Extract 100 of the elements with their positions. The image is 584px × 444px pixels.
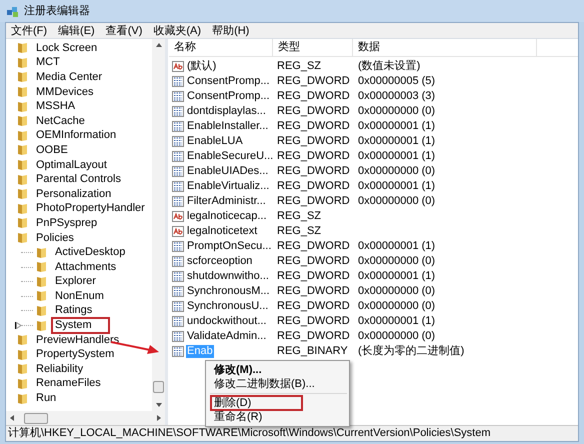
tree-item[interactable]: Attachments <box>53 260 118 274</box>
value-data: 0x00000001 (1) <box>357 315 436 328</box>
value-name[interactable]: EnableVirtualiz... <box>186 180 270 193</box>
scroll-left-icon[interactable] <box>10 415 14 421</box>
tree-item[interactable]: OptimalLayout <box>34 158 109 172</box>
tree-row[interactable]: MSSHA <box>7 99 152 114</box>
tree-item[interactable]: Parental Controls <box>34 173 123 186</box>
value-type: REG_SZ <box>276 210 322 223</box>
tree-item[interactable]: Personalization <box>34 188 114 201</box>
scroll-down-icon[interactable] <box>156 403 162 407</box>
value-name[interactable]: dontdisplaylas... <box>186 105 267 118</box>
tree-item[interactable]: ActiveDesktop <box>53 246 128 260</box>
scroll-up-icon[interactable] <box>156 43 162 47</box>
value-name[interactable]: scforceoption <box>186 255 254 268</box>
scrollbar-thumb[interactable] <box>153 381 164 393</box>
tree-row[interactable]: MCT <box>7 56 152 70</box>
tree-item[interactable]: NonEnum <box>53 290 106 303</box>
tree-row[interactable]: System <box>7 318 152 333</box>
value-name[interactable]: legalnoticetext <box>186 225 258 238</box>
tree-item[interactable]: MSSHA <box>34 100 78 114</box>
value-name[interactable]: SynchronousU... <box>186 300 270 313</box>
context-menu-item[interactable]: 修改(M)... <box>212 364 264 376</box>
value-name[interactable]: (默认) <box>186 60 218 73</box>
tree-item[interactable]: NetCache <box>34 114 87 128</box>
folder-icon <box>36 320 47 332</box>
tree-item[interactable]: OOBE <box>34 144 70 157</box>
tree-row[interactable]: Lock Screen <box>7 41 152 56</box>
scrollbar-thumb[interactable] <box>24 412 48 424</box>
value-name[interactable]: PromptOnSecu... <box>186 240 272 253</box>
tree-row[interactable]: Policies <box>7 230 152 246</box>
value-name[interactable]: ConsentPromp... <box>186 90 271 103</box>
vertical-scrollbar[interactable] <box>152 39 165 411</box>
menu-item[interactable]: 帮助(H) <box>212 24 250 38</box>
tree-row[interactable]: PnPSysprep <box>7 216 152 231</box>
tree-row[interactable]: Media Center <box>7 70 152 85</box>
folder-icon <box>17 42 28 54</box>
value-name[interactable]: EnableInstaller... <box>186 120 270 133</box>
tree-item[interactable]: RenameFiles <box>34 377 103 390</box>
column-header[interactable]: 类型 <box>273 39 353 56</box>
value-name[interactable]: shutdownwitho... <box>186 270 270 283</box>
value-name[interactable]: FilterAdministr... <box>186 195 267 208</box>
tree-item[interactable]: PnPSysprep <box>34 216 100 230</box>
value-name[interactable]: ValidateAdmin... <box>186 330 268 343</box>
tree-row[interactable]: PhotoPropertyHandler <box>7 202 152 216</box>
tree-row[interactable]: PreviewHandlers <box>7 332 152 348</box>
tree-item[interactable]: System <box>53 319 108 332</box>
tree-item[interactable]: OEMInformation <box>34 129 118 142</box>
value-data: (长度为零的二进制值) <box>357 345 464 358</box>
binary-value-icon <box>172 196 184 207</box>
context-menu-item[interactable]: 重命名(R) <box>212 411 264 423</box>
value-name[interactable]: SynchronousM... <box>186 285 271 298</box>
tree-row[interactable]: NonEnum <box>7 289 152 304</box>
menu-item[interactable]: 收藏夹(A) <box>153 24 202 38</box>
tree-item[interactable]: Policies <box>34 232 76 245</box>
value-name[interactable]: undockwithout... <box>186 315 268 328</box>
menu-item[interactable]: 文件(F) <box>11 24 48 38</box>
tree-item[interactable]: Lock Screen <box>34 42 100 55</box>
tree-row[interactable]: PropertySystem <box>7 347 152 362</box>
expand-arrow-icon[interactable] <box>15 322 21 330</box>
value-name[interactable]: EnableSecureU... <box>186 150 274 163</box>
tree-item[interactable]: Explorer <box>53 275 98 288</box>
value-type: REG_DWORD <box>276 300 351 313</box>
value-name[interactable]: ConsentPromp... <box>186 75 271 88</box>
tree-item[interactable]: PropertySystem <box>34 348 116 362</box>
tree-row[interactable]: NetCache <box>7 114 152 129</box>
context-menu-item[interactable]: 删除(D) <box>212 397 302 409</box>
tree-item[interactable]: Media Center <box>34 70 104 84</box>
tree-row[interactable]: MMDevices <box>7 84 152 100</box>
tree-item[interactable]: MCT <box>34 56 62 70</box>
tree-row[interactable]: Explorer <box>7 274 152 290</box>
tree-row[interactable]: Run <box>7 391 152 406</box>
tree-row[interactable]: Reliability <box>7 362 152 377</box>
value-type: REG_DWORD <box>276 330 351 343</box>
tree-row[interactable]: ActiveDesktop <box>7 245 152 260</box>
tree-item[interactable]: PhotoPropertyHandler <box>34 202 147 216</box>
value-data: 0x00000000 (0) <box>357 105 436 118</box>
tree-item[interactable]: Ratings <box>53 304 94 318</box>
tree-row[interactable]: Personalization <box>7 186 152 202</box>
value-name[interactable]: EnableUIADes... <box>186 165 270 178</box>
tree-item[interactable]: Run <box>34 392 58 406</box>
tree-row[interactable]: RenameFiles <box>7 376 152 392</box>
tree-row[interactable]: Ratings <box>7 304 152 318</box>
value-name[interactable]: EnableLUA <box>186 135 244 148</box>
tree-row[interactable]: OOBE <box>7 143 152 158</box>
column-header[interactable]: 数据 <box>353 39 537 56</box>
horizontal-scrollbar[interactable] <box>6 411 165 425</box>
column-header[interactable]: 名称 <box>169 39 273 56</box>
menu-item[interactable]: 查看(V) <box>106 24 142 38</box>
tree-item[interactable]: PreviewHandlers <box>34 334 122 347</box>
menu-item[interactable]: 编辑(E) <box>58 24 95 38</box>
tree-row[interactable]: OEMInformation <box>7 128 152 144</box>
value-type: REG_DWORD <box>276 90 351 103</box>
tree-row[interactable]: Attachments <box>7 260 152 274</box>
tree-row[interactable]: OptimalLayout <box>7 158 152 172</box>
scroll-right-icon[interactable] <box>157 415 161 421</box>
tree-item[interactable]: MMDevices <box>34 86 96 99</box>
tree-item[interactable]: Reliability <box>34 362 86 376</box>
value-name[interactable]: legalnoticecap... <box>186 210 268 223</box>
context-menu-item[interactable]: 修改二进制数据(B)... <box>212 378 317 390</box>
tree-row[interactable]: Parental Controls <box>7 172 152 187</box>
